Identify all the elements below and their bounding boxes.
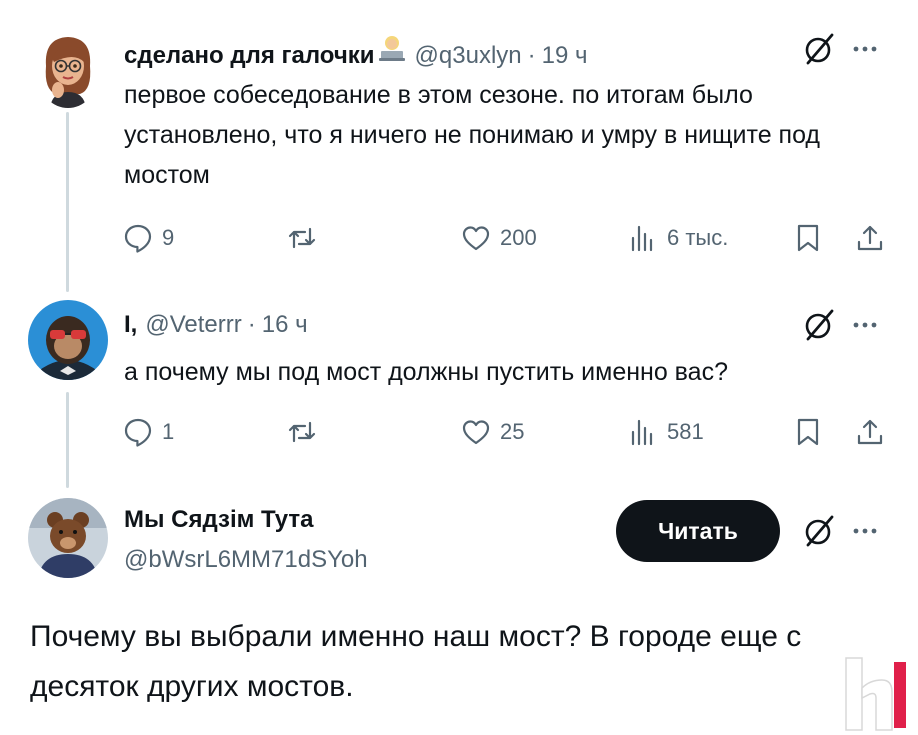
views-icon — [631, 419, 653, 446]
heart-icon — [462, 226, 490, 251]
user-handle[interactable]: @Veterrr — [145, 311, 241, 339]
reply-count: 9 — [162, 225, 175, 250]
avatar[interactable] — [40, 32, 96, 108]
laptop-woman-emoji-icon — [378, 36, 405, 61]
tweet-actions: 9 200 6 тыс. — [122, 220, 892, 256]
share-icon — [857, 225, 883, 251]
grok-icon[interactable] — [802, 514, 836, 548]
tweet-text: а почему мы под мост должны пустить имен… — [124, 358, 728, 386]
more-icon[interactable] — [850, 516, 880, 546]
repost-icon — [288, 227, 316, 249]
share-button[interactable] — [854, 220, 886, 256]
reply-button[interactable]: 1 — [122, 414, 174, 450]
views-count: 6 тыс. — [667, 225, 729, 250]
repost-button[interactable] — [286, 220, 318, 256]
thread-line — [66, 112, 69, 292]
views-count: 581 — [667, 419, 704, 444]
timestamp[interactable]: 16 ч — [262, 311, 308, 339]
bookmark-icon — [797, 224, 819, 252]
timestamp[interactable]: 19 ч — [542, 42, 588, 70]
user-handle[interactable]: @bWsrL6MM71dSYoh — [124, 546, 368, 574]
like-count: 200 — [500, 225, 537, 250]
grok-icon[interactable] — [802, 308, 836, 342]
follow-button[interactable]: Читать — [616, 500, 780, 562]
avatar[interactable] — [28, 498, 108, 578]
separator-dot: · — [247, 311, 256, 338]
more-icon[interactable] — [850, 34, 880, 64]
handle-row: @bWsrL6MM71dSYoh — [124, 546, 368, 574]
display-name[interactable]: Мы Сядзім Тута — [124, 506, 314, 534]
tweet-text: первое собеседование в этом сезоне. по и… — [124, 81, 821, 189]
tweet-top-icons — [802, 514, 880, 548]
reply-icon — [124, 224, 152, 253]
bookmark-button[interactable] — [792, 414, 824, 450]
repost-button[interactable] — [286, 414, 318, 450]
user-handle[interactable]: @q3uxlyn — [415, 42, 522, 70]
bookmark-button[interactable] — [792, 220, 824, 256]
views-icon — [631, 225, 653, 252]
share-button[interactable] — [854, 414, 886, 450]
tweet-header: сделано для галочки @q3uxlyn · 19 ч — [124, 33, 588, 70]
grok-icon[interactable] — [802, 32, 836, 66]
tweet-header: Мы Сядзім Тута — [124, 506, 314, 534]
tweet-top-icons — [802, 308, 880, 342]
reply-count: 1 — [162, 419, 175, 444]
tweet-top-icons — [802, 32, 880, 66]
display-name[interactable]: I, — [124, 311, 137, 339]
tweet-text: Почему вы выбрали именно наш мост? В гор… — [30, 620, 802, 703]
views-button[interactable]: 6 тыс. — [627, 220, 728, 256]
display-name[interactable]: сделано для галочки — [124, 42, 375, 70]
more-icon[interactable] — [850, 310, 880, 340]
tweet-header: I, @Veterrr · 16 ч — [124, 311, 308, 339]
share-icon — [857, 419, 883, 445]
like-count: 25 — [500, 419, 525, 444]
views-button[interactable]: 581 — [627, 414, 704, 450]
reply-button[interactable]: 9 — [122, 220, 174, 256]
avatar[interactable] — [28, 300, 108, 380]
separator-dot: · — [527, 42, 536, 69]
like-button[interactable]: 25 — [460, 414, 524, 450]
watermark-logo-icon — [845, 657, 906, 731]
repost-icon — [288, 421, 316, 443]
reply-icon — [124, 418, 152, 447]
bookmark-icon — [797, 418, 819, 446]
like-button[interactable]: 200 — [460, 220, 537, 256]
tweet-actions: 1 25 581 — [122, 414, 892, 450]
heart-icon — [462, 420, 490, 445]
thread-line — [66, 392, 69, 488]
